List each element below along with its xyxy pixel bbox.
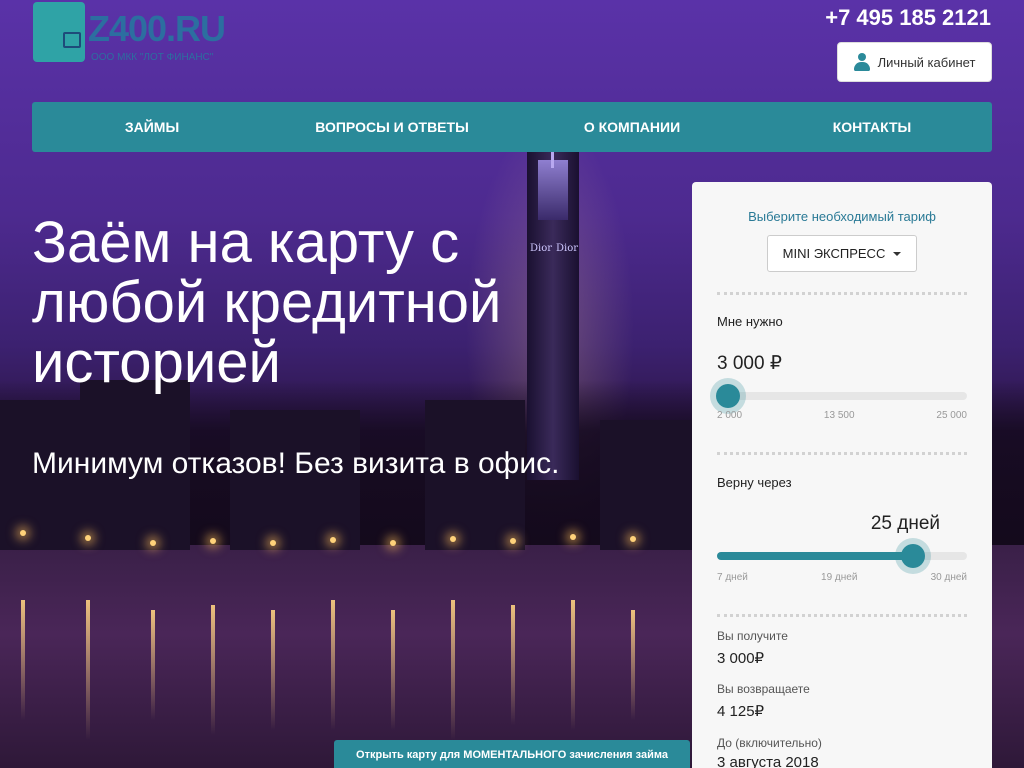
term-slider-handle[interactable] <box>900 544 925 568</box>
divider <box>717 452 967 455</box>
term-label: Верну через <box>717 475 792 490</box>
skyscraper-spire <box>551 150 554 168</box>
nav-item-loans[interactable]: ЗАЙМЫ <box>32 119 272 135</box>
divider <box>717 614 967 617</box>
open-card-banner[interactable]: Открыть карту для МОМЕНТАЛЬНОГО зачислен… <box>334 740 690 768</box>
amount-label: Мне нужно <box>717 314 783 329</box>
amount-slider[interactable] <box>715 384 967 408</box>
caret-down-icon <box>893 251 902 256</box>
hero-subtitle: Минимум отказов! Без визита в офис. <box>32 447 560 480</box>
amount-tick: 13 500 <box>823 410 855 421</box>
main-nav: ЗАЙМЫ ВОПРОСЫ И ОТВЕТЫ О КОМПАНИИ КОНТАК… <box>32 102 992 152</box>
amount-tick: 2 000 <box>717 410 743 421</box>
receive-label: Вы получите <box>717 629 788 643</box>
logo-name: Z400.RU <box>88 8 226 49</box>
divider <box>717 292 967 295</box>
nav-item-about[interactable]: О КОМПАНИИ <box>512 119 752 135</box>
hero-title: Заём на карту с любой кредитной историей <box>32 210 502 395</box>
nav-item-faq[interactable]: ВОПРОСЫ И ОТВЕТЫ <box>272 119 512 135</box>
receive-value: 3 000₽ <box>717 650 765 667</box>
term-tick: 7 дней <box>717 572 748 583</box>
logo[interactable]: Z400.RU ООО МКК "ЛОТ ФИНАНС" <box>33 2 253 64</box>
until-label: До (включительно) <box>717 736 822 750</box>
return-label: Вы возвращаете <box>717 682 810 696</box>
term-tick: 30 дней <box>930 572 967 583</box>
amount-slider-handle[interactable] <box>715 384 740 408</box>
loan-calculator: Выберите необходимый тариф MINI ЭКСПРЕСС… <box>692 182 992 768</box>
until-value: 3 августа 2018 <box>717 754 819 768</box>
logo-subtitle: ООО МКК "ЛОТ ФИНАНС" <box>91 52 214 63</box>
amount-ticks: 2 000 13 500 25 000 <box>717 410 967 421</box>
term-tick: 19 дней <box>821 572 858 583</box>
term-ticks: 7 дней 19 дней 30 дней <box>717 572 967 583</box>
term-value: 25 дней <box>870 513 940 534</box>
building <box>600 420 692 550</box>
personal-cabinet-button[interactable]: Личный кабинет <box>837 42 992 82</box>
nav-item-contacts[interactable]: КОНТАКТЫ <box>752 119 992 135</box>
tariff-dropdown[interactable]: MINI ЭКСПРЕСС <box>767 235 917 272</box>
user-icon <box>853 53 870 71</box>
term-slider-fill <box>717 552 913 560</box>
wallet-icon <box>33 2 85 62</box>
amount-value: 3 000 ₽ <box>717 353 782 374</box>
personal-cabinet-label: Личный кабинет <box>877 54 976 70</box>
term-slider[interactable] <box>717 544 967 568</box>
skyscraper-top <box>538 160 568 220</box>
tariff-caption: Выберите необходимый тариф <box>748 209 936 224</box>
return-value: 4 125₽ <box>717 703 765 720</box>
tariff-value: MINI ЭКСПРЕСС <box>782 246 886 261</box>
amount-tick: 25 000 <box>936 410 967 421</box>
phone-number[interactable]: +7 495 185 2121 <box>825 5 991 31</box>
